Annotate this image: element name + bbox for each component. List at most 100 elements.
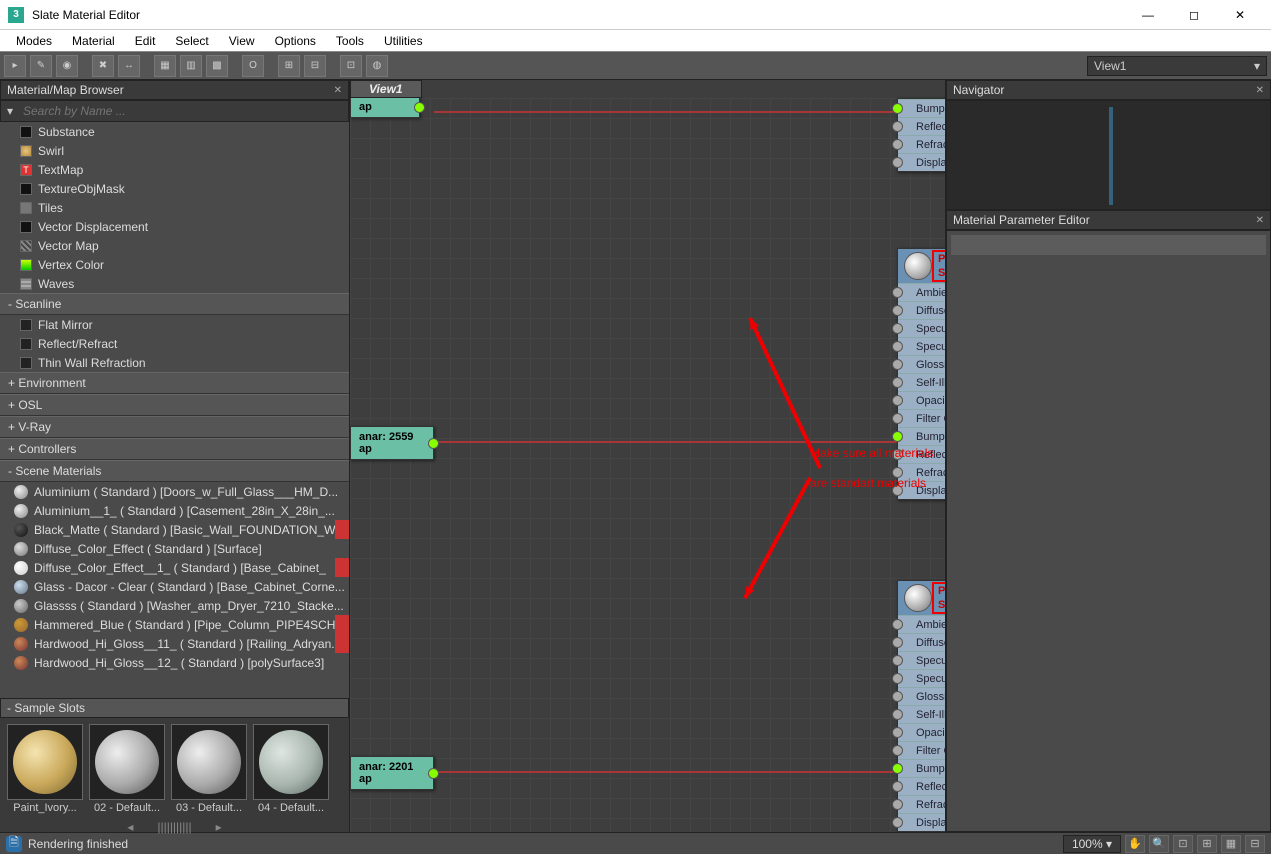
map-node[interactable]: anar: 2559ap: [350, 426, 434, 460]
zoom-tool[interactable]: 🔍: [1149, 835, 1169, 853]
zoom-region[interactable]: ⊞: [1197, 835, 1217, 853]
sample-slot[interactable]: 03 - Default...: [170, 724, 248, 814]
scene-material-item[interactable]: Aluminium__1_ ( Standard ) [Casement_28i…: [0, 501, 349, 520]
node-slot[interactable]: Displacement: [898, 153, 946, 171]
map-item[interactable]: Thin Wall Refraction: [0, 353, 349, 372]
node-slot[interactable]: Glossiness: [898, 355, 946, 373]
menu-tools[interactable]: Tools: [326, 32, 374, 50]
sample-slot[interactable]: 04 - Default...: [252, 724, 330, 814]
map-item[interactable]: Vector Displacement: [0, 217, 349, 236]
pan-tool[interactable]: ✋: [1125, 835, 1145, 853]
map-item[interactable]: TextureObjMask: [0, 179, 349, 198]
tool-grid[interactable]: ⊡: [340, 55, 362, 77]
controllers-header[interactable]: + Controllers: [0, 438, 349, 460]
material-node[interactable]: BumpReflectionRefractionDisplacement: [897, 98, 946, 172]
search-dropdown-icon[interactable]: ▾: [1, 104, 19, 118]
section-header[interactable]: + Environment: [0, 372, 349, 394]
tool-layout1[interactable]: ⊞: [278, 55, 300, 77]
param-close-icon[interactable]: ✕: [1256, 215, 1264, 226]
map-node[interactable]: ap: [350, 96, 420, 118]
tool-o[interactable]: O: [242, 55, 264, 77]
tool-assign[interactable]: ◉: [56, 55, 78, 77]
node-slot[interactable]: Refraction: [898, 795, 946, 813]
scene-materials-header[interactable]: - Scene Materials: [0, 460, 349, 482]
node-slot[interactable]: Glossiness: [898, 687, 946, 705]
menu-utilities[interactable]: Utilities: [374, 32, 433, 50]
node-slot[interactable]: Displacement: [898, 813, 946, 831]
scene-material-item[interactable]: Aluminium ( Standard ) [Doors_w_Full_Gla…: [0, 482, 349, 501]
node-slot[interactable]: Bump: [898, 759, 946, 777]
sample-slot[interactable]: Paint_Ivory...: [6, 724, 84, 814]
frame-tool[interactable]: ▦: [1221, 835, 1241, 853]
node-slot[interactable]: Bump: [898, 99, 946, 117]
node-slot[interactable]: Specular Color: [898, 651, 946, 669]
node-slot[interactable]: Opacity: [898, 723, 946, 741]
zoom-level[interactable]: 100% ▾: [1063, 835, 1121, 853]
tool-box1[interactable]: ▦: [154, 55, 176, 77]
node-slot[interactable]: Specular Level: [898, 337, 946, 355]
map-item[interactable]: TTextMap: [0, 160, 349, 179]
tool-select[interactable]: ▸: [4, 55, 26, 77]
minimize-button[interactable]: —: [1125, 0, 1171, 30]
menu-edit[interactable]: Edit: [125, 32, 166, 50]
map-item[interactable]: Waves: [0, 274, 349, 293]
graph-view[interactable]: View1 apanar: 2559apanar: 2201apBumpRefl…: [350, 80, 946, 832]
scene-material-item[interactable]: Glassss ( Standard ) [Washer_amp_Dryer_7…: [0, 596, 349, 615]
map-item[interactable]: Tiles: [0, 198, 349, 217]
scene-material-item[interactable]: Glass - Dacor - Clear ( Standard ) [Base…: [0, 577, 349, 596]
tool-delete[interactable]: ✖: [92, 55, 114, 77]
scene-material-item[interactable]: Diffuse_Color_Effect ( Standard ) [Surfa…: [0, 539, 349, 558]
maximize-button[interactable]: ◻: [1171, 0, 1217, 30]
menu-modes[interactable]: Modes: [6, 32, 62, 50]
map-item[interactable]: Reflect/Refract: [0, 334, 349, 353]
node-slot[interactable]: Specular Color: [898, 319, 946, 337]
tool-mat[interactable]: ◍: [366, 55, 388, 77]
node-slot[interactable]: Diffuse Color: [898, 633, 946, 651]
layout-tool[interactable]: ⊟: [1245, 835, 1265, 853]
node-slot[interactable]: Reflection: [898, 117, 946, 135]
node-slot[interactable]: Opacity: [898, 391, 946, 409]
node-slot[interactable]: Refraction: [898, 135, 946, 153]
material-node[interactable]: Paint_Ivor...Standard—Ambient ColorDiffu…: [897, 580, 946, 832]
sample-slots-header[interactable]: - Sample Slots: [0, 698, 349, 718]
view-tab[interactable]: View1: [350, 80, 422, 98]
zoom-extents[interactable]: ⊡: [1173, 835, 1193, 853]
navigator-close-icon[interactable]: ✕: [1256, 85, 1264, 96]
menu-material[interactable]: Material: [62, 32, 125, 50]
menu-options[interactable]: Options: [265, 32, 326, 50]
map-node[interactable]: anar: 2201ap: [350, 756, 434, 790]
menu-view[interactable]: View: [219, 32, 265, 50]
scene-material-item[interactable]: Hardwood_Hi_Gloss__11_ ( Standard ) [Rai…: [0, 634, 349, 653]
node-slot[interactable]: Specular Level: [898, 669, 946, 687]
scene-material-item[interactable]: Black_Matte ( Standard ) [Basic_Wall_FOU…: [0, 520, 349, 539]
map-item[interactable]: Vertex Color: [0, 255, 349, 274]
scene-material-item[interactable]: Hammered_Blue ( Standard ) [Pipe_Column_…: [0, 615, 349, 634]
tool-move[interactable]: ↔: [118, 55, 140, 77]
search-input[interactable]: [19, 101, 348, 121]
close-button[interactable]: ✕: [1217, 0, 1263, 30]
section-header[interactable]: + OSL: [0, 394, 349, 416]
navigator-body[interactable]: [946, 100, 1271, 210]
node-slot[interactable]: Self-Illumination: [898, 705, 946, 723]
tool-layout2[interactable]: ⊟: [304, 55, 326, 77]
menu-select[interactable]: Select: [165, 32, 218, 50]
node-slot[interactable]: Filter Color: [898, 409, 946, 427]
map-item[interactable]: Flat Mirror: [0, 315, 349, 334]
node-slot[interactable]: Reflection: [898, 777, 946, 795]
sample-slot[interactable]: 02 - Default...: [88, 724, 166, 814]
node-slot[interactable]: Diffuse Color: [898, 301, 946, 319]
tool-dropper[interactable]: ✎: [30, 55, 52, 77]
scene-material-item[interactable]: Diffuse_Color_Effect__1_ ( Standard ) [B…: [0, 558, 349, 577]
scene-material-item[interactable]: Hardwood_Hi_Gloss__12_ ( Standard ) [pol…: [0, 653, 349, 672]
node-slot[interactable]: Self-Illumination: [898, 373, 946, 391]
tool-box3[interactable]: ▩: [206, 55, 228, 77]
browser-close-icon[interactable]: ✕: [334, 85, 342, 96]
section-header[interactable]: + V-Ray: [0, 416, 349, 438]
view-dropdown[interactable]: View1 ▾: [1087, 56, 1267, 76]
node-slot[interactable]: Ambient Color: [898, 283, 946, 301]
map-item[interactable]: Swirl: [0, 141, 349, 160]
section-header[interactable]: - Scanline: [0, 293, 349, 315]
map-item[interactable]: Vector Map: [0, 236, 349, 255]
node-slot[interactable]: Filter Color: [898, 741, 946, 759]
node-slot[interactable]: Ambient Color: [898, 615, 946, 633]
